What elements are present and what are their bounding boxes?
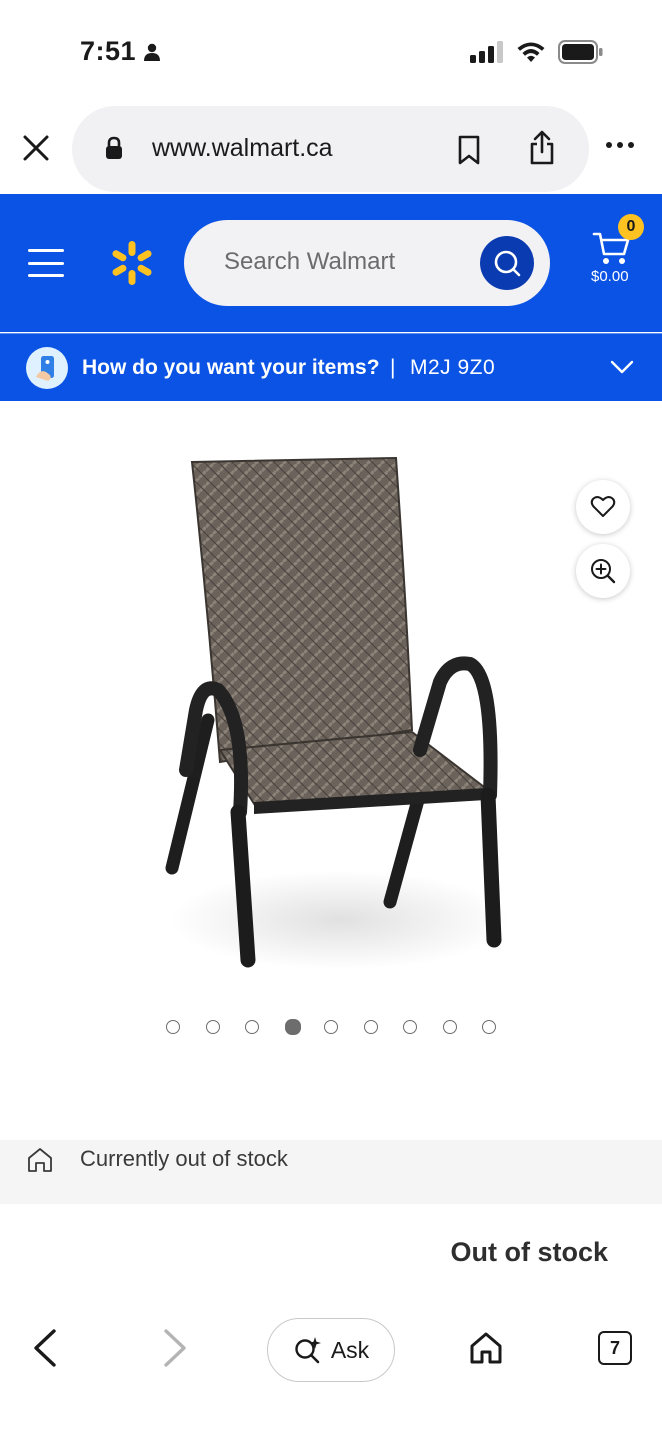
- search-input[interactable]: Search Walmart: [184, 220, 550, 306]
- hamburger-icon: [28, 249, 64, 252]
- ask-sparkle-search-icon: [295, 1337, 321, 1364]
- delivery-phone-icon: [26, 347, 68, 389]
- clock-text: 7:51: [80, 36, 137, 66]
- wifi-icon: [517, 42, 545, 62]
- postal-code: M2J 9Z0: [410, 356, 496, 379]
- delivery-separator: |: [390, 356, 396, 379]
- cellular-signal-icon: [470, 41, 503, 63]
- cart-total: $0.00: [591, 268, 629, 285]
- heart-icon: [590, 496, 616, 517]
- chevron-down-icon: [610, 360, 634, 374]
- tabs-button[interactable]: 7: [598, 1331, 632, 1365]
- more-options-button[interactable]: [606, 142, 634, 148]
- status-bar: 7:51: [0, 0, 662, 100]
- cart-button[interactable]: 0 $0.00: [586, 214, 646, 298]
- lock-icon: [106, 136, 122, 159]
- close-icon: [23, 135, 49, 161]
- delivery-selector[interactable]: How do you want your items? | M2J 9Z0: [0, 333, 662, 401]
- carousel-dot[interactable]: [403, 1020, 417, 1034]
- url-text: www.walmart.ca: [152, 134, 333, 162]
- search-button[interactable]: [480, 236, 534, 290]
- cart-count-badge: 0: [618, 214, 644, 240]
- carousel-dot[interactable]: [284, 1019, 301, 1035]
- carousel-dot[interactable]: [205, 1020, 220, 1034]
- search-icon: [494, 250, 521, 277]
- walmart-spark-logo[interactable]: [108, 240, 156, 286]
- add-to-favorites-button[interactable]: [576, 480, 630, 534]
- stock-status-strip: Currently out of stock: [0, 1140, 662, 1204]
- carousel-dot[interactable]: [324, 1020, 338, 1034]
- status-icons: [470, 40, 604, 64]
- home-icon[interactable]: [468, 1330, 504, 1366]
- delivery-question: How do you want your items?: [82, 356, 380, 379]
- carousel-dot[interactable]: [363, 1020, 378, 1034]
- browser-toolbar: Ask 7: [0, 1300, 662, 1400]
- menu-button[interactable]: [28, 249, 64, 277]
- ask-button[interactable]: Ask: [267, 1318, 395, 1382]
- bookmark-icon[interactable]: [456, 134, 482, 166]
- carousel-dot[interactable]: [245, 1020, 259, 1034]
- walmart-header: Search Walmart 0 $0.00: [0, 194, 662, 332]
- zoom-image-button[interactable]: [576, 544, 630, 598]
- more-icon: [606, 142, 612, 148]
- stock-strip-text: Currently out of stock: [80, 1146, 288, 1171]
- url-field[interactable]: www.walmart.ca: [72, 106, 589, 192]
- carousel-dot[interactable]: [166, 1020, 180, 1034]
- close-tab-button[interactable]: [18, 130, 54, 166]
- battery-icon: [558, 40, 603, 64]
- person-icon: [144, 43, 161, 61]
- forward-icon[interactable]: [160, 1328, 190, 1368]
- out-of-stock-label: Out of stock: [450, 1237, 608, 1267]
- carousel-indicator: [0, 1019, 662, 1040]
- share-icon[interactable]: [528, 130, 556, 166]
- store-icon: [28, 1148, 52, 1172]
- search-placeholder: Search Walmart: [224, 248, 396, 275]
- product-image-carousel[interactable]: [0, 402, 662, 1102]
- browser-address-bar: www.walmart.ca: [0, 104, 662, 192]
- ask-label: Ask: [330, 1336, 370, 1363]
- back-icon[interactable]: [30, 1328, 60, 1368]
- status-time: 7:51: [80, 36, 162, 67]
- tab-count: 7: [609, 1337, 620, 1358]
- zoom-in-icon: [591, 559, 616, 584]
- carousel-dot[interactable]: [482, 1020, 496, 1034]
- product-image: [165, 456, 510, 970]
- carousel-dot[interactable]: [442, 1020, 457, 1034]
